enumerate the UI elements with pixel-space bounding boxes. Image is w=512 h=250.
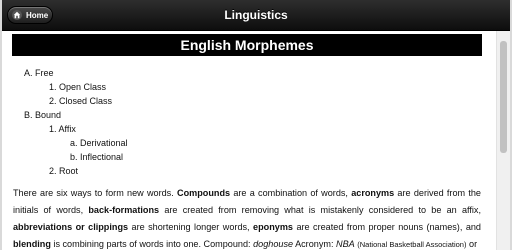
vertical-scrollbar[interactable] xyxy=(496,31,510,250)
home-button[interactable]: Home xyxy=(7,6,53,24)
acronym-expansion: (National Basketball Association) xyxy=(357,240,467,249)
term-back-formations: back-formations xyxy=(88,205,160,215)
header-title: Linguistics xyxy=(224,8,288,22)
scrollbar-thumb[interactable] xyxy=(500,41,507,153)
home-icon xyxy=(12,10,22,20)
word-formation-paragraph: There are six ways to form new words. Co… xyxy=(13,185,481,250)
para-text: are a combination of words, xyxy=(230,188,352,198)
page-title: English Morphemes xyxy=(12,34,482,56)
para-text: or xyxy=(466,239,478,249)
example-acronym: NBA xyxy=(336,239,355,249)
header-bar: Linguistics Home xyxy=(2,0,510,31)
outline-item-inflectional: b. Inflectional xyxy=(70,152,124,162)
term-compounds: Compounds xyxy=(177,188,231,198)
term-acronyms: acronyms xyxy=(351,188,395,198)
outline-item-free: A. Free xyxy=(24,68,54,78)
outline-item-open-class: 1. Open Class xyxy=(49,82,107,92)
para-text: There are six ways to form new words. xyxy=(13,188,178,198)
outline-item-root: 2. Root xyxy=(49,166,79,176)
term-abbreviations: abbreviations or clippings xyxy=(13,222,129,232)
outline-item-closed-class: 2. Closed Class xyxy=(49,96,113,106)
content-area: English Morphemes A. Free 1. Open Class … xyxy=(2,31,496,250)
outline-item-bound: B. Bound xyxy=(24,110,62,120)
example-compound: doghouse xyxy=(253,239,294,249)
para-text: are shortening longer words, xyxy=(128,222,254,232)
term-blending: blending xyxy=(13,239,51,249)
outline-item-derivational: a. Derivational xyxy=(70,138,128,148)
home-button-label: Home xyxy=(26,10,49,20)
para-text: Acronym: xyxy=(293,239,337,249)
para-text: are created from proper nouns (names), a… xyxy=(292,222,481,232)
app-window: Linguistics Home English Morphemes A. Fr… xyxy=(0,0,512,250)
para-text: are created from removing what is mistak… xyxy=(159,205,481,215)
term-eponyms: eponyms xyxy=(253,222,293,232)
outline-item-affix: 1. Affix xyxy=(49,124,76,134)
para-text: is combining parts of words into one. Co… xyxy=(50,239,254,249)
